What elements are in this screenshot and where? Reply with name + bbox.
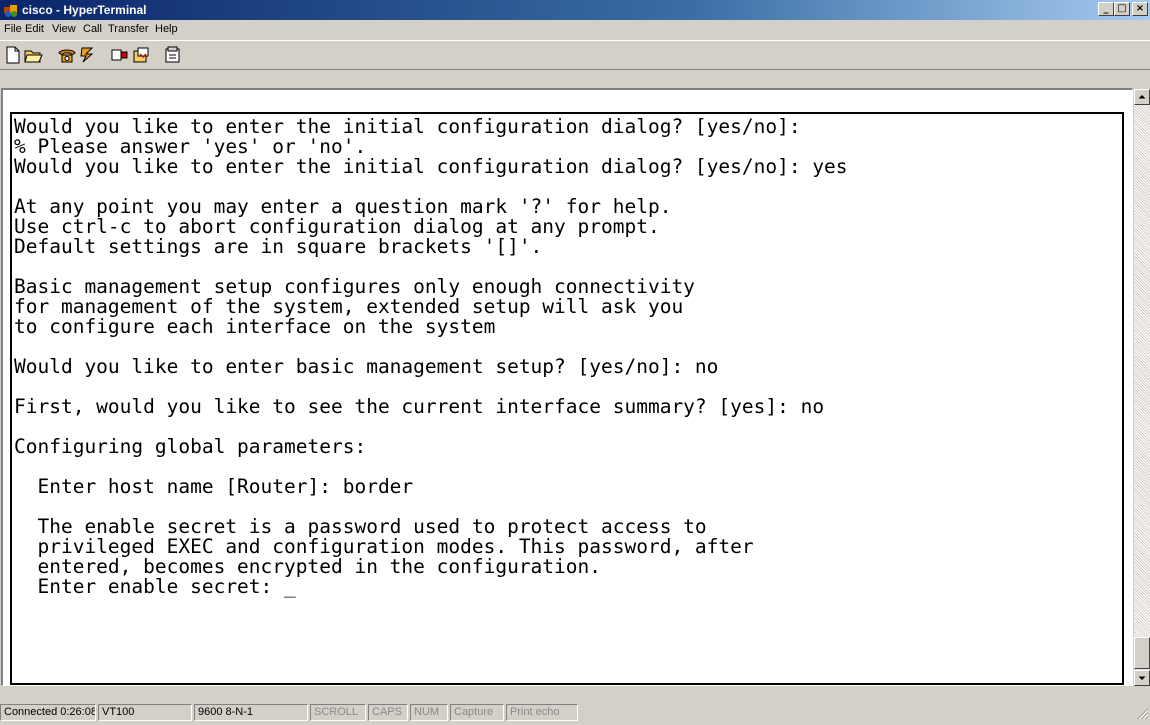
send-file-icon[interactable] — [110, 45, 130, 65]
menu-transfer[interactable]: Transfer — [108, 23, 149, 35]
terminal-output[interactable]: Would you like to enter the initial conf… — [14, 117, 1119, 597]
vertical-scrollbar[interactable] — [1134, 89, 1150, 686]
menu-edit[interactable]: Edit — [25, 23, 44, 35]
terminal-line: Default settings are in square brackets … — [14, 235, 543, 258]
scroll-up-arrow-icon[interactable] — [1134, 89, 1150, 105]
terminal-frame: Would you like to enter the initial conf… — [10, 112, 1124, 685]
status-num: NUM — [410, 704, 448, 721]
receive-file-icon[interactable] — [131, 45, 151, 65]
status-connected-time: Connected 0:26:08 — [0, 704, 96, 721]
open-folder-icon[interactable] — [23, 45, 43, 65]
maximize-button[interactable]: □ — [1114, 2, 1130, 16]
resize-grip-icon[interactable] — [1136, 707, 1149, 720]
new-file-icon[interactable] — [3, 45, 23, 65]
status-emulation: VT100 — [98, 704, 192, 721]
title-bar[interactable]: cisco - HyperTerminal _ □ × — [0, 0, 1150, 20]
hyperterminal-app-icon[interactable] — [3, 2, 19, 18]
status-scroll: SCROLL — [310, 704, 366, 721]
disconnect-phone-icon[interactable] — [78, 45, 98, 65]
terminal-area[interactable]: Would you like to enter the initial conf… — [1, 88, 1133, 686]
status-bar: Connected 0:26:08 VT100 9600 8-N-1 SCROL… — [0, 703, 1150, 721]
terminal-line: Would you like to enter basic management… — [14, 355, 719, 378]
menu-file[interactable]: File — [4, 23, 22, 35]
terminal-line: Would you like to enter the initial conf… — [14, 155, 848, 178]
minimize-button[interactable]: _ — [1098, 2, 1114, 16]
status-print-echo: Print echo — [506, 704, 578, 721]
menu-view[interactable]: View — [52, 23, 76, 35]
hyperterminal-window: cisco - HyperTerminal _ □ × File Edit Vi… — [0, 0, 1150, 721]
terminal-line: First, would you like to see the current… — [14, 395, 825, 418]
menu-call[interactable]: Call — [83, 23, 102, 35]
menu-bar: File Edit View Call Transfer Help — [0, 20, 1150, 39]
scrollbar-thumb[interactable] — [1134, 637, 1150, 669]
terminal-line: to configure each interface on the syste… — [14, 315, 496, 338]
status-caps: CAPS — [368, 704, 408, 721]
scroll-down-arrow-icon[interactable] — [1134, 670, 1150, 686]
connect-phone-icon[interactable] — [57, 45, 77, 65]
properties-icon[interactable] — [163, 45, 183, 65]
window-title: cisco - HyperTerminal — [22, 3, 147, 17]
terminal-line: Enter enable secret: _ — [14, 575, 296, 598]
status-capture: Capture — [450, 704, 504, 721]
toolbar — [0, 40, 1150, 70]
terminal-line: Enter host name [Router]: border — [14, 475, 414, 498]
menu-help[interactable]: Help — [155, 23, 178, 35]
status-port-settings: 9600 8-N-1 — [194, 704, 308, 721]
terminal-line: Configuring global parameters: — [14, 435, 367, 458]
close-button[interactable]: × — [1132, 2, 1148, 16]
